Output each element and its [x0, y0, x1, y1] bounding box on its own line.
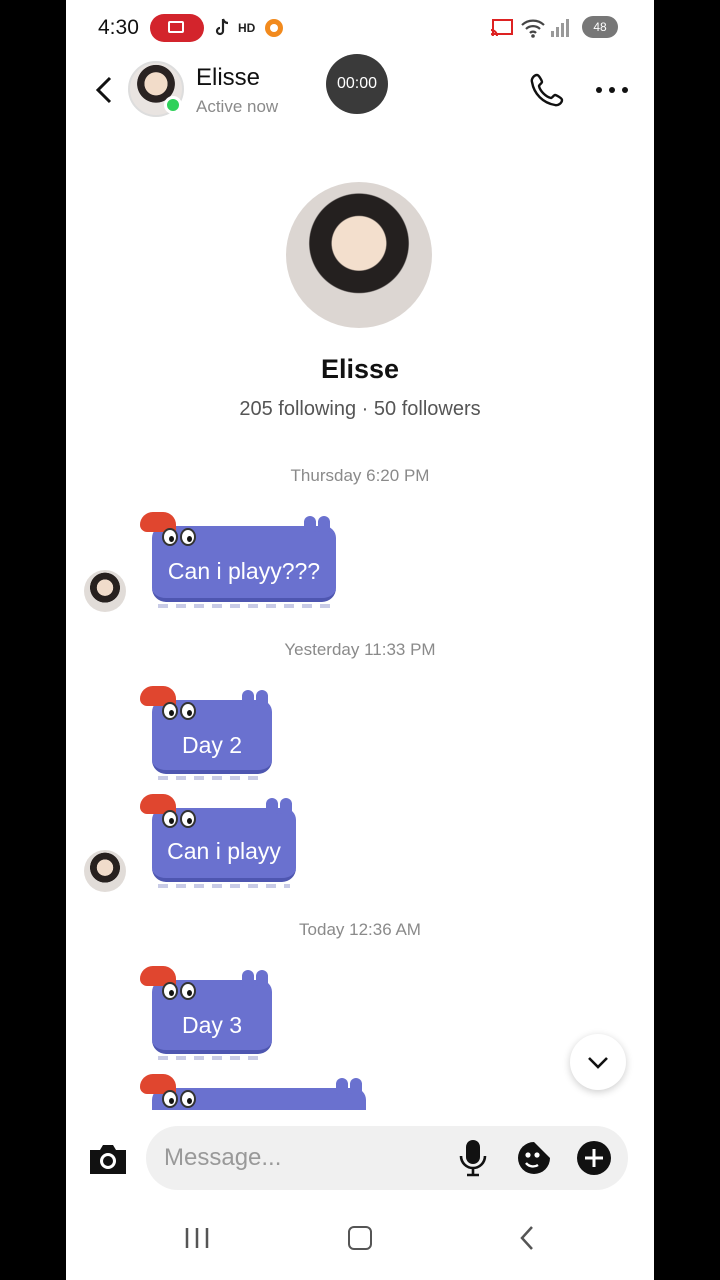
hd-icon: HD — [238, 21, 256, 34]
wifi-icon — [521, 19, 545, 38]
dm-screen: 4:30 HD 48 Elisse Active now 00:00 Eliss… — [66, 0, 654, 1280]
scroll-to-bottom-button[interactable] — [570, 1034, 626, 1090]
eye-decoration — [162, 1090, 178, 1108]
eye-decoration — [162, 982, 178, 1000]
header-status: Active now — [196, 97, 279, 116]
eye-decoration — [180, 982, 196, 1000]
eye-decoration — [180, 810, 196, 828]
message-text: Day 2 — [181, 732, 243, 758]
eye-decoration — [180, 702, 196, 720]
microphone-icon[interactable] — [458, 1138, 488, 1178]
screen-record-icon — [150, 14, 204, 42]
message-text: Can i playy — [167, 838, 281, 864]
phone-call-icon[interactable] — [528, 70, 568, 110]
status-bar: 4:30 HD 48 — [66, 0, 654, 56]
message-sticker[interactable]: Can i playy — [140, 794, 296, 890]
timestamp: Thursday 6:20 PM — [290, 466, 430, 485]
timestamp: Yesterday 11:33 PM — [284, 640, 436, 659]
nav-back-icon[interactable] — [516, 1224, 538, 1252]
header-name[interactable]: Elisse — [196, 64, 260, 92]
recent-apps-icon[interactable] — [184, 1226, 210, 1250]
timestamp: Today 12:36 AM — [299, 920, 421, 939]
svg-text:HD: HD — [238, 21, 256, 34]
eye-decoration — [162, 702, 178, 720]
message-input[interactable] — [164, 1139, 434, 1177]
message-text: Day 3 — [181, 1012, 243, 1038]
sticker-icon[interactable] — [516, 1140, 552, 1176]
battery-indicator: 48 — [582, 16, 618, 38]
message-text: Can i playy??? — [167, 558, 321, 584]
eye-decoration — [162, 810, 178, 828]
message-sticker-partial[interactable] — [140, 1074, 366, 1110]
profile-avatar[interactable] — [286, 182, 432, 328]
cast-icon — [490, 19, 513, 37]
status-time: 4:30 — [98, 16, 139, 39]
add-icon[interactable] — [576, 1140, 612, 1176]
profile-stats: 205 following · 50 followers — [239, 398, 481, 420]
more-options-icon[interactable] — [594, 80, 630, 100]
camera-icon[interactable] — [86, 1138, 130, 1178]
eye-decoration — [180, 1090, 196, 1108]
profile-name: Elisse — [320, 354, 400, 384]
eye-decoration — [180, 528, 196, 546]
sender-avatar[interactable] — [84, 850, 126, 892]
back-arrow-icon[interactable] — [86, 70, 122, 110]
message-sticker[interactable]: Day 3 — [140, 966, 272, 1062]
message-sticker[interactable]: Can i playy??? — [140, 512, 336, 610]
eye-decoration — [162, 528, 178, 546]
call-timer-badge[interactable]: 00:00 — [326, 54, 388, 114]
sender-avatar[interactable] — [84, 570, 126, 612]
message-sticker[interactable]: Day 2 — [140, 686, 272, 782]
home-button[interactable] — [348, 1226, 372, 1250]
online-indicator — [164, 96, 182, 114]
app-notification-icon — [265, 19, 283, 37]
tiktok-icon — [215, 18, 229, 36]
signal-icon — [551, 19, 569, 37]
